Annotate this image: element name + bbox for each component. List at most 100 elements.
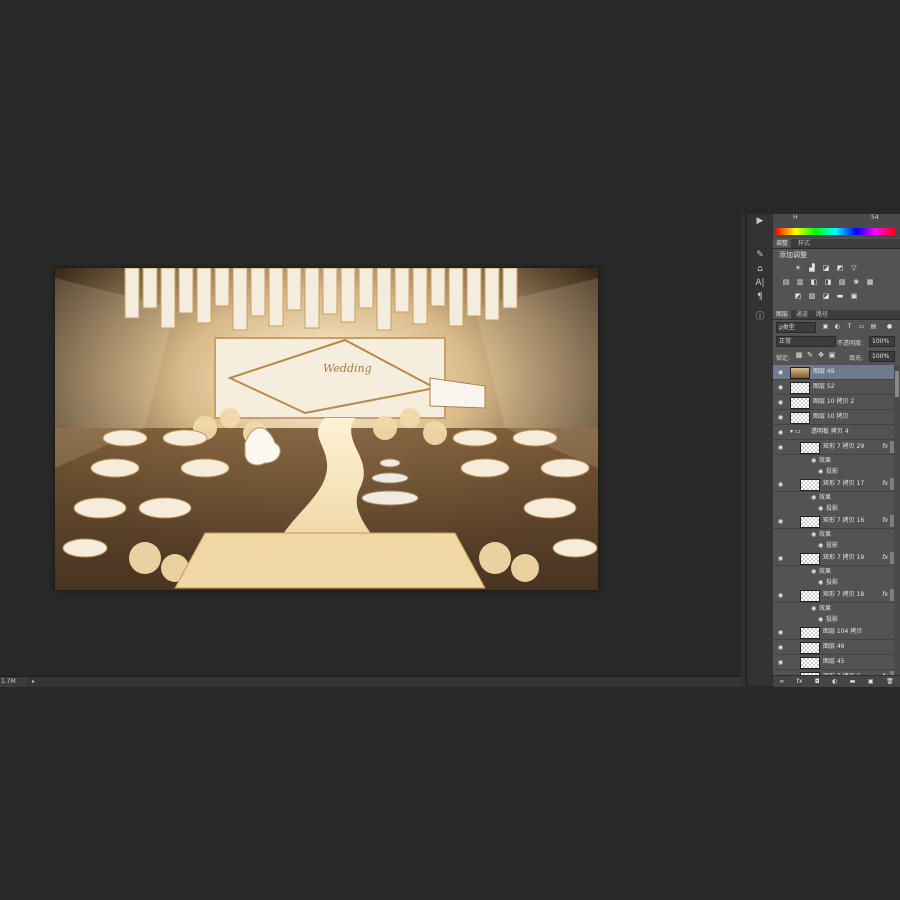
lock-position-icon[interactable]: ✥ [817,351,825,360]
layer-name[interactable]: 图层 10 拷贝 [813,410,848,424]
visibility-eye-icon[interactable]: ◉ [776,477,785,491]
layer-thumbnail[interactable] [800,627,820,639]
filter-toggle-icon[interactable]: ● [885,322,894,331]
fill-input[interactable]: 100% [869,351,895,362]
paragraph-icon[interactable]: ¶ [752,290,768,304]
tab-styles[interactable]: 样式 [795,239,813,248]
layer-name[interactable]: 矩形 7 拷贝 18 [823,588,864,602]
layer-name[interactable]: 图层 10 拷贝 2 [813,395,854,409]
layer-row[interactable]: ◉ 图层 104 拷贝 [773,625,894,640]
layer-row[interactable]: ◉ 图层 10 拷贝 [773,410,894,425]
layer-effect-row[interactable]: ◉ 投影 [773,614,894,625]
layer-kind-filter[interactable]: ρ类型 [776,322,816,333]
layer-row[interactable]: ◉ 图层 52 [773,380,894,395]
layer-thumbnail[interactable] [800,442,820,454]
layer-effect-row[interactable]: ◉ 投影 [773,466,894,477]
layer-name[interactable]: 图层 46 [823,640,845,654]
effect-eye-icon[interactable]: ◉ [818,577,823,588]
visibility-eye-icon[interactable]: ◉ [776,380,785,394]
layer-row[interactable]: ◉ 图层 49 [773,365,894,380]
visibility-eye-icon[interactable]: ◉ [776,425,785,439]
effect-eye-icon[interactable]: ◉ [811,455,816,466]
layer-name[interactable]: 图层 52 [813,380,835,394]
lock-pixels-icon[interactable]: ✎ [806,351,814,360]
brightness-icon[interactable]: ☀ [793,264,803,273]
layer-fx-icon[interactable]: fx [882,440,888,454]
layer-effect-row[interactable]: ◉ 效果 [773,492,894,503]
layer-thumbnail[interactable] [790,382,810,394]
brush-settings-icon[interactable]: ⌂ [752,262,768,276]
folder-icon[interactable]: ▾ ▭ [790,425,801,439]
layer-name[interactable]: 矩形 7 拷贝 29 [823,440,864,454]
tab-layers[interactable]: 图层 [773,310,792,319]
layer-thumbnail[interactable] [800,657,820,669]
layer-fx-icon[interactable]: fx [882,588,888,602]
layer-name[interactable]: 矩形 7 拷贝 19 [823,551,864,565]
effect-eye-icon[interactable]: ◉ [811,529,816,540]
layer-effect-row[interactable]: ◉ 投影 [773,503,894,514]
layer-thumbnail[interactable] [800,479,820,491]
exposure-icon[interactable]: ◩ [835,264,845,273]
layer-name[interactable]: 矩形 7 拷贝 16 [823,514,864,528]
visibility-eye-icon[interactable]: ◉ [776,440,785,454]
layer-name[interactable]: 图层 45 [823,655,845,669]
play-icon[interactable]: ▶ [752,214,768,228]
effect-eye-icon[interactable]: ◉ [818,614,823,625]
layer-fx-icon[interactable]: fx [882,551,888,565]
add-style-icon[interactable]: fx [797,678,803,685]
layer-row[interactable]: ◉ 矩形 7 拷贝 18 fx [773,588,894,603]
color-lookup-icon[interactable]: ▦ [865,278,875,287]
lock-transparent-icon[interactable]: ▩ [795,351,803,360]
effect-eye-icon[interactable]: ◉ [811,603,816,614]
document-canvas[interactable]: Wedding [55,268,598,590]
photo-filter-icon[interactable]: ▧ [837,278,847,287]
layer-row[interactable]: ◉ 矩形 7 拷贝 19 fx [773,551,894,566]
layer-row[interactable]: ◉ 图层 45 [773,655,894,670]
color-spectrum[interactable] [775,228,896,235]
type-filter-icon[interactable]: T [845,322,854,331]
layer-thumbnail[interactable] [800,553,820,565]
visibility-eye-icon[interactable]: ◉ [776,625,785,639]
layer-thumbnail[interactable] [790,367,810,379]
layer-thumbnail[interactable] [800,516,820,528]
color-balance-icon[interactable]: ◧ [809,278,819,287]
layer-effect-row[interactable]: ◉ 效果 [773,566,894,577]
visibility-eye-icon[interactable]: ◉ [776,640,785,654]
tab-channels[interactable]: 通道 [793,310,811,319]
blend-mode-select[interactable]: 正常 [776,336,836,347]
visibility-eye-icon[interactable]: ◉ [776,395,785,409]
pixel-filter-icon[interactable]: ▣ [821,322,830,331]
layer-name[interactable]: 图层 49 [813,365,835,379]
layer-effect-row[interactable]: ◉ 投影 [773,577,894,588]
shape-filter-icon[interactable]: ▭ [857,322,866,331]
opacity-input[interactable]: 100% [869,336,895,347]
layers-scrollbar[interactable] [894,365,900,676]
layer-thumbnail[interactable] [800,590,820,602]
visibility-eye-icon[interactable]: ◉ [776,514,785,528]
vibrance-icon[interactable]: ▤ [781,278,791,287]
hue-icon[interactable]: ▥ [795,278,805,287]
posterize-icon[interactable]: ▨ [807,292,817,301]
invert-icon[interactable]: ◩ [793,292,803,301]
character-icon[interactable]: A| [752,276,768,290]
adjust-filter-icon[interactable]: ◐ [833,322,842,331]
layer-row[interactable]: ◉ 矩形 7 拷贝 29 fx [773,440,894,455]
layers-scroll-thumb[interactable] [895,371,899,397]
layer-fx-icon[interactable]: fx [882,514,888,528]
layer-row[interactable]: ◉ 图层 46 [773,640,894,655]
visibility-eye-icon[interactable]: ◉ [776,655,785,669]
visibility-eye-icon[interactable]: ◉ [776,588,785,602]
effect-eye-icon[interactable]: ◉ [818,503,823,514]
lock-all-icon[interactable]: ▣ [828,351,836,360]
brush-icon[interactable]: ✎ [752,248,768,262]
new-group-icon[interactable]: ▬ [850,678,856,685]
levels-icon[interactable]: ▟ [807,264,817,273]
smart-filter-icon[interactable]: ▤ [869,322,878,331]
new-adjustment-icon[interactable]: ◐ [832,678,837,685]
threshold-icon[interactable]: ◪ [821,292,831,301]
layer-row[interactable]: ◉ 图层 10 拷贝 2 [773,395,894,410]
layer-row[interactable]: ◉ 矩形 7 拷贝 17 fx [773,477,894,492]
visibility-eye-icon[interactable]: ◉ [776,551,785,565]
effect-eye-icon[interactable]: ◉ [811,566,816,577]
visibility-eye-icon[interactable]: ◉ [776,410,785,424]
